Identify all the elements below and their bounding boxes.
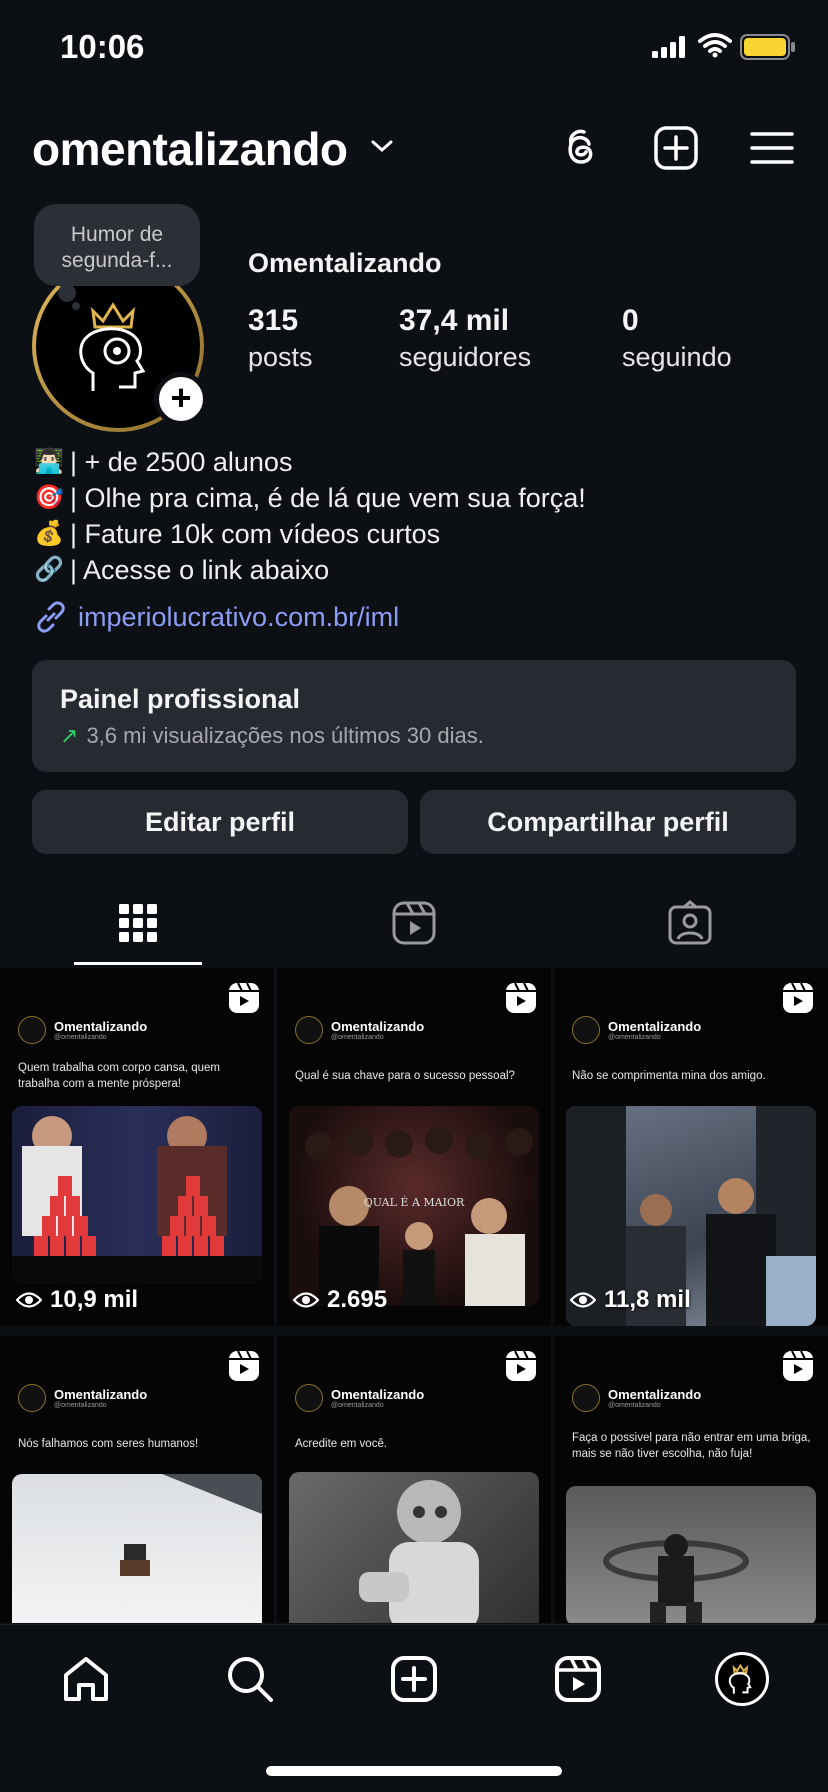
bio-line: 👨🏻‍💻 | + de 2500 alunos (34, 447, 293, 477)
logo-icon (18, 1384, 46, 1412)
logo-icon (18, 1016, 46, 1044)
note-bubble-tail (58, 284, 76, 302)
reel-icon (783, 1350, 813, 1381)
create-icon (391, 1656, 437, 1702)
reel-icon (229, 1350, 259, 1381)
nav-create[interactable] (384, 1649, 444, 1709)
tab-reels[interactable] (314, 880, 514, 966)
professional-dashboard[interactable]: Painel profissional ↗ 3,6 mi visualizaçõ… (32, 660, 796, 772)
post-caption: Acredite em você. (295, 1438, 388, 1450)
post-caption: Qual é sua chave para o sucesso pessoal? (295, 1070, 515, 1082)
avatar (715, 1652, 769, 1706)
reel-icon (229, 982, 259, 1013)
logo-icon (572, 1384, 600, 1412)
wifi-icon (698, 33, 732, 58)
post-caption: Faça o possivel para não entrar em uma b… (572, 1432, 811, 1460)
bio: 👨🏻‍💻 | + de 2500 alunos 🎯 | Olhe pra cima,… (34, 444, 586, 588)
battery-icon (740, 34, 795, 60)
status-bar: 10:06 (0, 0, 828, 100)
bio-line: 🔗 | Acesse o link abaixo (34, 555, 330, 585)
grid-post[interactable]: Omentalizando @omentalizando Acredite em … (277, 1336, 551, 1623)
reel-icon (506, 1350, 536, 1381)
post-thumbnail (12, 1474, 262, 1623)
eye-icon (293, 1292, 319, 1308)
post-caption: Não se comprimenta mina dos amigo. (572, 1070, 766, 1082)
post-caption: Nós falhamos com seres humanos! (18, 1438, 199, 1450)
grid-post[interactable]: Omentalizando @omentalizando Nós falhamos… (0, 1336, 274, 1623)
reel-icon (506, 982, 536, 1013)
logo-icon (295, 1384, 323, 1412)
add-story-button[interactable]: + (154, 372, 208, 426)
grid-post[interactable]: Omentalizando @omentalizando Qual é sua c… (277, 968, 551, 1326)
threads-icon[interactable] (556, 124, 604, 172)
post-thumbnail (12, 1106, 262, 1284)
active-tab-indicator (74, 962, 202, 965)
dashboard-title: Painel profissional (60, 684, 301, 714)
menu-icon[interactable] (748, 124, 796, 172)
share-profile-button[interactable]: Compartilhar perfil (420, 790, 796, 854)
logo-icon (572, 1016, 600, 1044)
view-count: 10,9 mil (16, 1286, 138, 1314)
profile-note[interactable]: Humor de segunda-f... (34, 204, 200, 286)
status-time: 10:06 (60, 28, 145, 65)
post-thumbnail (566, 1486, 816, 1623)
tab-grid[interactable] (38, 880, 238, 966)
note-bubble-tail (72, 302, 80, 310)
reel-icon (783, 982, 813, 1013)
tagged-icon (668, 900, 712, 945)
svg-text:QUAL É A MAIOR: QUAL É A MAIOR (364, 1195, 465, 1209)
post-caption: Quem trabalha com corpo cansa, quem trab… (18, 1062, 220, 1090)
nav-profile[interactable] (712, 1649, 772, 1709)
logo-icon (295, 1016, 323, 1044)
nav-reels[interactable] (548, 1649, 608, 1709)
search-icon (228, 1657, 273, 1702)
view-count: 11,8 mil (570, 1286, 691, 1314)
followers-count[interactable]: 37,4 mil seguidores (399, 304, 531, 373)
bio-line: 🎯 | Olhe pra cima, é de lá que vem sua fo… (34, 483, 586, 513)
bio-link[interactable]: imperiolucrativo.com.br/iml (34, 600, 399, 634)
grid-post[interactable]: Omentalizando @omentalizando Quem trabalh… (0, 968, 274, 1326)
posts-count[interactable]: 315 posts (248, 304, 313, 373)
nav-search[interactable] (220, 1649, 280, 1709)
eye-icon (570, 1292, 596, 1308)
home-icon (64, 1657, 108, 1701)
chevron-down-icon[interactable] (370, 136, 394, 156)
post-thumbnail: QUAL É A MAIOR (289, 1106, 539, 1306)
reels-icon (392, 901, 436, 945)
view-count: 2.695 (293, 1286, 387, 1314)
nav-home[interactable] (56, 1649, 116, 1709)
grid-post[interactable]: Omentalizando @omentalizando Faça o possi… (554, 1336, 828, 1623)
grid-icon (119, 904, 157, 942)
following-count[interactable]: 0 seguindo (622, 304, 732, 373)
reels-icon (555, 1656, 601, 1702)
trend-up-icon: ↗ (60, 723, 79, 748)
grid-post[interactable]: Omentalizando @omentalizando Não se compr… (554, 968, 828, 1326)
profile-tabs (0, 880, 828, 966)
bio-line: 💰 | Fature 10k com vídeos curtos (34, 519, 441, 549)
eye-icon (16, 1292, 42, 1308)
post-thumbnail (289, 1472, 539, 1623)
display-name: Omentalizando (248, 248, 442, 278)
dashboard-subtitle: 3,6 mi visualizações nos últimos 30 dias… (86, 723, 484, 748)
logo-icon (728, 1663, 752, 1694)
signal-icon (652, 36, 685, 58)
home-indicator (266, 1766, 562, 1776)
posts-grid: Omentalizando @omentalizando Quem trabalh… (0, 968, 828, 1623)
link-icon (37, 601, 65, 633)
tab-tagged[interactable] (590, 880, 790, 966)
edit-profile-button[interactable]: Editar perfil (32, 790, 408, 854)
profile-header: omentalizando (0, 110, 828, 190)
username-switcher[interactable]: omentalizando (32, 122, 348, 176)
create-icon[interactable] (652, 124, 700, 172)
